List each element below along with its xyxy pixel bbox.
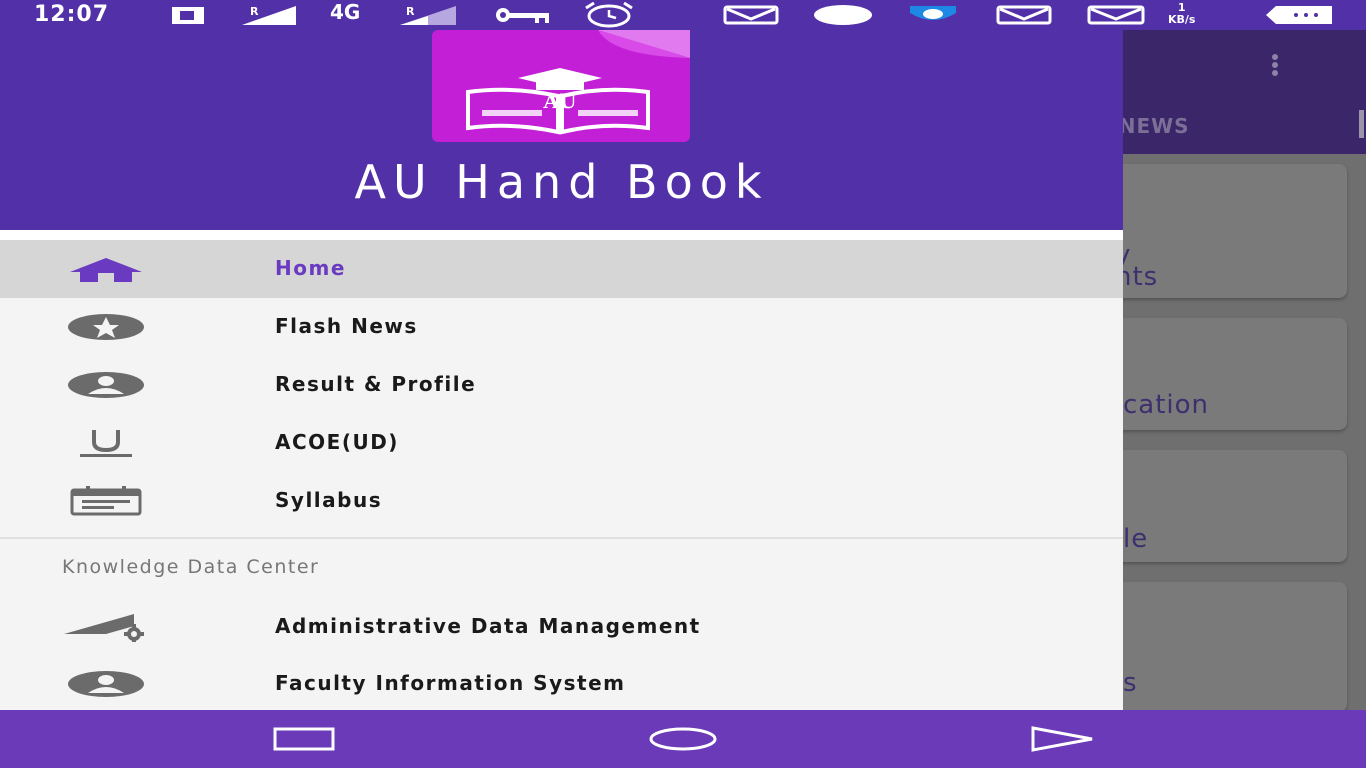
calendar-note-icon — [70, 486, 142, 516]
section-divider — [0, 537, 1123, 539]
header-divider — [0, 230, 1123, 240]
whatsapp-icon — [814, 5, 872, 25]
back-button[interactable] — [1030, 724, 1096, 754]
logo-letters: AU — [543, 89, 577, 113]
app-logo: AU — [432, 30, 690, 142]
battery-icon — [1266, 6, 1332, 24]
recents-button[interactable] — [272, 724, 336, 754]
background-tab-label[interactable]: H NEWS — [1123, 114, 1190, 138]
gmail-icon-3 — [1087, 5, 1145, 25]
home-button[interactable] — [648, 724, 718, 754]
account-icon — [68, 671, 144, 697]
menu-item-syllabus[interactable]: Syllabus — [0, 472, 1123, 530]
overflow-menu-icon[interactable] — [1269, 52, 1281, 76]
tab-edge — [1359, 110, 1364, 138]
card-label: le — [1123, 524, 1149, 554]
menu-item-flash-news[interactable]: Flash News — [0, 298, 1123, 356]
network-speed: 1 KB/s — [1168, 2, 1195, 26]
background-card[interactable]: y nts — [1123, 164, 1347, 298]
underline-u-icon — [80, 430, 132, 457]
background-app[interactable]: H NEWS y nts cation le s — [1123, 30, 1366, 710]
svg-text:R: R — [406, 5, 415, 18]
background-card[interactable]: le — [1123, 450, 1347, 562]
account-icon — [68, 372, 144, 398]
star-icon — [68, 314, 144, 340]
menu-item-label: Syllabus — [275, 488, 383, 512]
menu-item-label: Home — [275, 256, 346, 280]
card-label: nts — [1123, 262, 1159, 292]
network-type: 4G — [330, 0, 361, 24]
drawer-header: AU AU Hand Book — [0, 30, 1123, 230]
gmail-icon — [723, 5, 779, 25]
menu-item-faculty-info[interactable]: Faculty Information System — [0, 655, 1123, 710]
speed-unit: KB/s — [1168, 13, 1196, 26]
home-icon — [70, 258, 142, 282]
signal-gear-icon — [64, 614, 144, 642]
menu-item-label: Faculty Information System — [275, 671, 626, 695]
storage-icon — [172, 7, 204, 24]
navigation-drawer: AU AU Hand Book Home Flash News Result &… — [0, 30, 1123, 710]
app-title: AU Hand Book — [354, 155, 769, 209]
background-card[interactable]: s — [1123, 582, 1347, 710]
menu-item-result-profile[interactable]: Result & Profile — [0, 356, 1123, 414]
menu-item-home[interactable]: Home — [0, 240, 1123, 298]
background-toolbar: H NEWS — [1123, 30, 1366, 154]
card-label: cation — [1123, 390, 1210, 420]
menu-item-label: Flash News — [275, 314, 418, 338]
svg-text:R: R — [250, 5, 259, 18]
status-time: 12:07 — [34, 2, 110, 27]
menu-item-label: ACOE(UD) — [275, 430, 399, 454]
card-label: s — [1123, 668, 1138, 698]
menu-item-label: Result & Profile — [275, 372, 477, 396]
background-card[interactable]: cation — [1123, 318, 1347, 430]
menu-item-label: Administrative Data Management — [275, 614, 701, 638]
system-navigation-bar — [0, 710, 1366, 768]
key-icon — [496, 8, 549, 23]
menu-item-acoe[interactable]: ACOE(UD) — [0, 414, 1123, 472]
signal-icon-2: R — [400, 5, 456, 25]
status-bar: 12:07 R 4G R 1 KB/s — [0, 0, 1366, 30]
menu-item-admin-data[interactable]: Administrative Data Management — [0, 598, 1123, 656]
shield-icon — [910, 6, 956, 20]
alarm-icon — [585, 2, 633, 28]
gmail-icon-2 — [996, 5, 1052, 25]
signal-icon: R — [242, 5, 296, 25]
section-title: Knowledge Data Center — [62, 556, 320, 578]
